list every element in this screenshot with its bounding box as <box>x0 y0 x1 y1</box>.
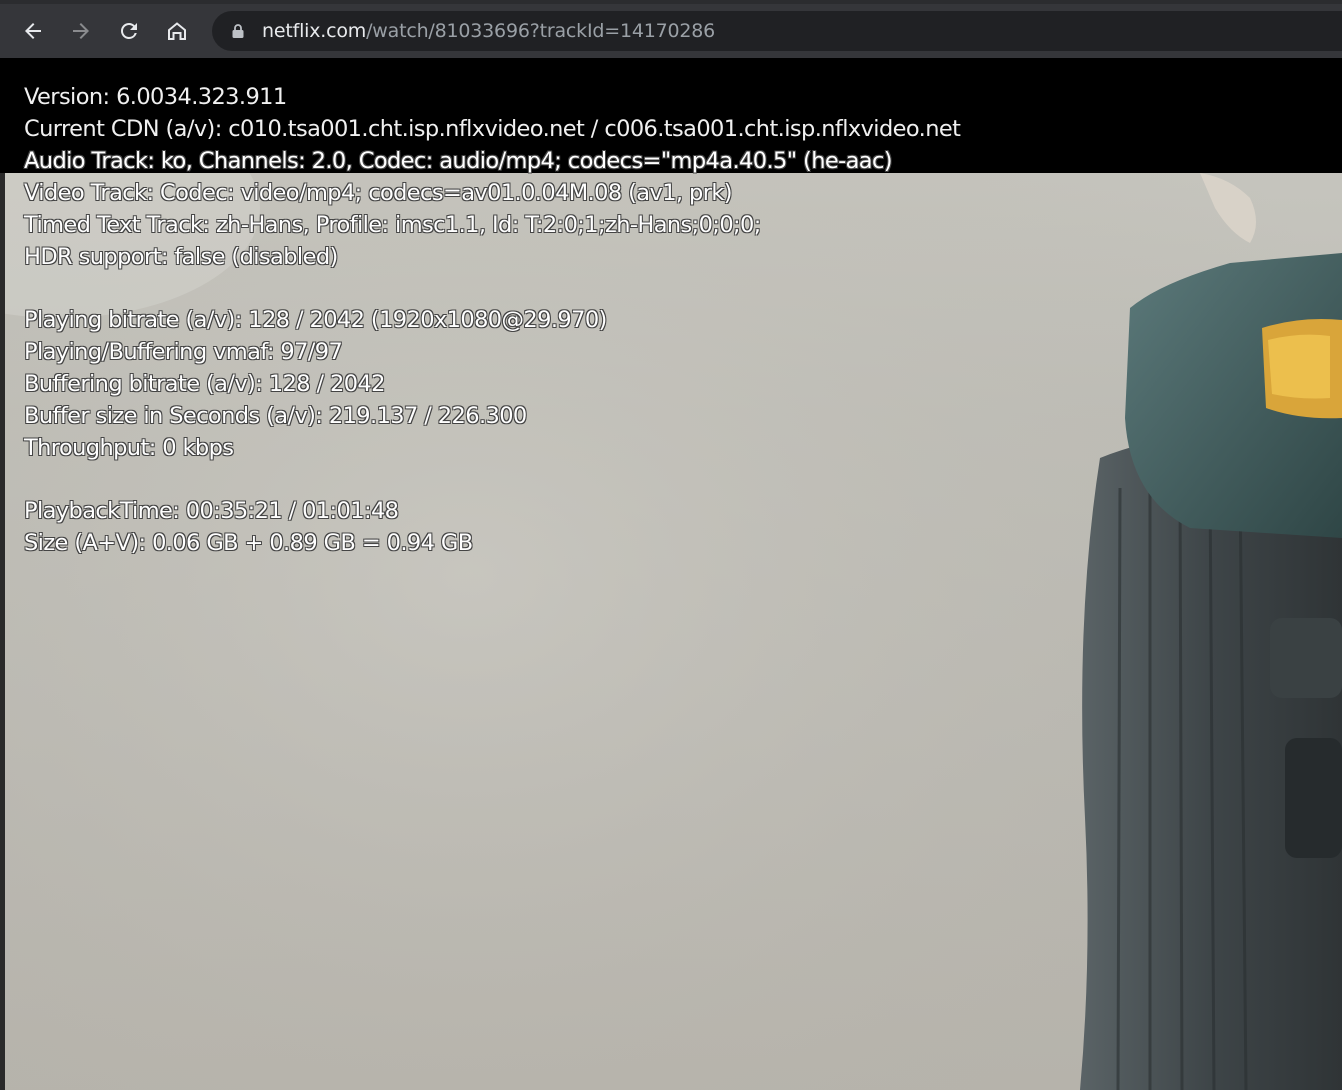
arrow-left-icon <box>25 23 41 39</box>
stat-vmaf: Playing/Buffering vmaf: 97/97 <box>24 339 343 365</box>
stat-size: Size (A+V): 0.06 GB + 0.89 GB = 0.94 GB <box>24 530 473 556</box>
stats-spacer <box>24 273 960 304</box>
reload-icon <box>121 23 137 39</box>
stat-buffer-size: Buffer size in Seconds (a/v): 219.137 / … <box>24 403 527 429</box>
stat-version: Version: 6.0034.323.911 <box>24 84 287 110</box>
browser-toolbar: netflix.com/watch/81033696?trackId=14170… <box>0 0 1342 58</box>
stat-cdn: Current CDN (a/v): c010.tsa001.cht.isp.n… <box>24 116 961 142</box>
stat-buffering-bitrate: Buffering bitrate (a/v): 128 / 2042 <box>24 371 385 397</box>
back-button[interactable] <box>14 12 52 50</box>
home-button[interactable] <box>158 12 196 50</box>
stat-playback-time: PlaybackTime: 00:35:21 / 01:01:48 <box>24 498 399 524</box>
stat-playing-bitrate: Playing bitrate (a/v): 128 / 2042 (1920x… <box>24 307 607 333</box>
stats-spacer <box>24 464 960 495</box>
reload-button[interactable] <box>110 12 148 50</box>
stat-video-track: Video Track: Codec: video/mp4; codecs=av… <box>24 180 733 206</box>
address-bar[interactable]: netflix.com/watch/81033696?trackId=14170… <box>212 11 1342 51</box>
stat-audio-track: Audio Track: ko, Channels: 2.0, Codec: a… <box>24 148 893 174</box>
video-player[interactable]: Version: 6.0034.323.911 Current CDN (a/v… <box>0 58 1342 1090</box>
stat-hdr-support: HDR support: false (disabled) <box>24 244 338 270</box>
stat-throughput: Throughput: 0 kbps <box>24 435 234 461</box>
url-path: /watch/81033696?trackId=14170286 <box>366 20 716 42</box>
url-host: netflix.com <box>262 20 367 42</box>
url-text[interactable]: netflix.com/watch/81033696?trackId=14170… <box>262 20 715 42</box>
home-icon <box>168 22 186 40</box>
playback-stats-overlay: Version: 6.0034.323.911 Current CDN (a/v… <box>24 81 961 559</box>
forward-button[interactable] <box>62 12 100 50</box>
arrow-right-icon <box>73 23 89 39</box>
video-left-border <box>0 58 5 1090</box>
stat-timed-text-track: Timed Text Track: zh-Hans, Profile: imsc… <box>24 212 761 238</box>
lock-icon[interactable] <box>230 23 246 39</box>
